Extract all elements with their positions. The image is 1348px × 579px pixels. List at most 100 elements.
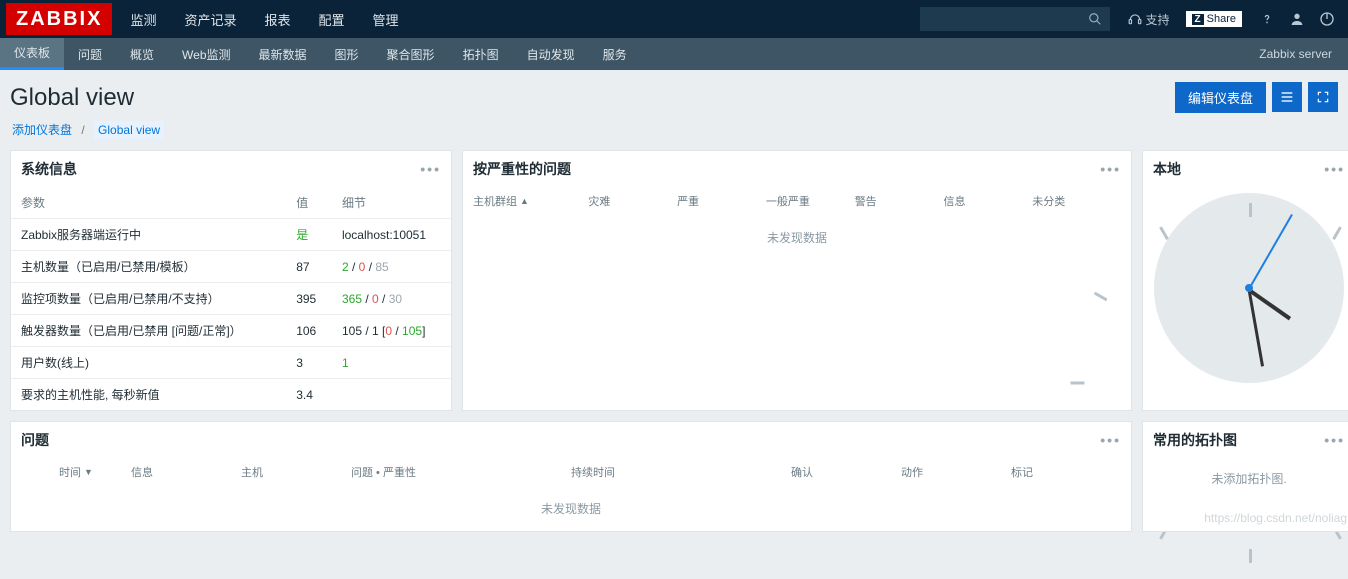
severity-col[interactable]: 信息 [943, 193, 1032, 209]
page-title: Global view [10, 84, 134, 112]
detail-cell: localhost:10051 [332, 219, 451, 251]
page-header: Global view 编辑仪表盘 [0, 70, 1348, 121]
detail-cell: 105 / 1 [0 / 105] [332, 315, 451, 347]
severity-nodata: 未发现数据 [463, 215, 1131, 260]
severity-col[interactable]: 一般严重 [766, 193, 855, 209]
value-cell: 是 [286, 219, 332, 251]
table-header[interactable]: 细节 [332, 187, 451, 219]
severity-col[interactable]: 未分类 [1032, 193, 1121, 209]
top-bar: ZABBIX 监测资产记录报表配置管理 支持 Z Share [0, 0, 1348, 38]
problems-col[interactable]: 标记 [1011, 464, 1121, 480]
param-cell: 要求的主机性能, 每秒新值 [11, 379, 286, 411]
support-link[interactable]: 支持 [1122, 11, 1176, 28]
crumb-add-dashboard[interactable]: 添加仪表盘 [12, 123, 72, 137]
table-row: 要求的主机性能, 每秒新值3.4 [11, 379, 451, 411]
param-cell: 用户数(线上) [11, 347, 286, 379]
subnav-item[interactable]: 最新数据 [245, 38, 321, 70]
fullscreen-icon[interactable] [1308, 82, 1338, 112]
share-label: Share [1207, 13, 1236, 25]
param-cell: 触发器数量（已启用/已禁用 [问题/正常]） [11, 315, 286, 347]
support-label: 支持 [1146, 11, 1170, 28]
edit-dashboard-button[interactable]: 编辑仪表盘 [1175, 82, 1266, 113]
widget-problems: 问题 ••• 时间 ▼信息主机问题 • 严重性 持续时间 确认动作标记 未发现数据 [10, 421, 1132, 532]
widget-menu-icon[interactable]: ••• [420, 161, 441, 177]
widget-clock: 本地 ••• [1142, 150, 1348, 411]
breadcrumb: 添加仪表盘 / Global view [0, 121, 1348, 150]
maps-empty-message: 未添加拓扑图. [1143, 458, 1348, 499]
clock-center [1245, 284, 1253, 292]
table-row: 主机数量（已启用/已禁用/模板）872 / 0 / 85 [11, 251, 451, 283]
problems-col[interactable] [461, 464, 571, 480]
detail-cell [332, 379, 451, 411]
clock-second-hand [1248, 214, 1293, 289]
topnav-item[interactable]: 报表 [250, 0, 304, 38]
problems-col[interactable]: 信息 [131, 464, 241, 480]
problems-col[interactable] [681, 464, 791, 480]
widget-title: 系统信息 [21, 159, 77, 179]
search-box[interactable] [920, 7, 1110, 31]
severity-col[interactable]: 警告 [855, 193, 944, 209]
topnav-item[interactable]: 配置 [305, 0, 359, 38]
problems-col[interactable]: 主机 [241, 464, 351, 480]
topnav-item[interactable]: 资产记录 [170, 0, 250, 38]
severity-col[interactable]: 灾难 [588, 193, 677, 209]
table-header[interactable]: 参数 [11, 187, 286, 219]
subnav-item[interactable]: 聚合图形 [373, 38, 449, 70]
problems-col[interactable]: 动作 [901, 464, 1011, 480]
value-cell: 106 [286, 315, 332, 347]
table-row: 监控项数量（已启用/已禁用/不支持）395365 / 0 / 30 [11, 283, 451, 315]
value-cell: 395 [286, 283, 332, 315]
detail-cell: 2 / 0 / 85 [332, 251, 451, 283]
subnav-item[interactable]: Web监测 [168, 38, 244, 70]
problems-col[interactable]: 时间 ▼ [21, 464, 131, 480]
subnav-item[interactable]: 问题 [64, 38, 116, 70]
top-right: 支持 Z Share [920, 0, 1348, 38]
table-row: 用户数(线上)31 [11, 347, 451, 379]
widget-menu-icon[interactable]: ••• [1324, 432, 1345, 448]
subnav-item[interactable]: 仪表板 [0, 38, 64, 70]
subnav-item[interactable]: 图形 [321, 38, 373, 70]
subnav-item[interactable]: 服务 [589, 38, 641, 70]
sub-nav: 仪表板问题概览Web监测最新数据图形聚合图形拓扑图自动发现服务 Zabbix s… [0, 38, 1348, 70]
search-input[interactable] [928, 12, 1088, 26]
problems-col[interactable]: 确认 [791, 464, 901, 480]
value-cell: 3 [286, 347, 332, 379]
problems-col[interactable]: 问题 • 严重性 [351, 464, 461, 480]
sysinfo-table: 参数值细节 Zabbix服务器端运行中是localhost:10051主机数量（… [11, 187, 451, 410]
table-header[interactable]: 值 [286, 187, 332, 219]
widget-title: 问题 [21, 430, 49, 450]
detail-cell: 365 / 0 / 30 [332, 283, 451, 315]
subnav-item[interactable]: 拓扑图 [449, 38, 513, 70]
topnav-item[interactable]: 监测 [116, 0, 170, 38]
widget-title: 常用的拓扑图 [1153, 430, 1237, 450]
dashboard-menu-icon[interactable] [1272, 82, 1302, 112]
severity-columns: 主机群组 ▲灾难严重一般严重警告信息未分类 [463, 187, 1131, 215]
share-button[interactable]: Z Share [1186, 11, 1242, 27]
severity-col[interactable]: 严重 [677, 193, 766, 209]
watermark-text: https://blog.csdn.net/noliag [1204, 511, 1347, 525]
widget-severity: 按严重性的问题 ••• 主机群组 ▲灾难严重一般严重警告信息未分类 未发现数据 [462, 150, 1132, 411]
logo[interactable]: ZABBIX [6, 3, 112, 35]
crumb-separator: / [81, 123, 84, 137]
help-icon[interactable] [1252, 0, 1282, 38]
crumb-current[interactable]: Global view [94, 121, 164, 139]
top-nav: 监测资产记录报表配置管理 [116, 0, 412, 38]
share-z-icon: Z [1192, 14, 1204, 25]
user-icon[interactable] [1282, 0, 1312, 38]
server-name[interactable]: Zabbix server [1243, 38, 1348, 70]
widget-title: 按严重性的问题 [473, 159, 571, 179]
logout-icon[interactable] [1312, 0, 1342, 38]
problems-columns: 时间 ▼信息主机问题 • 严重性 持续时间 确认动作标记 [11, 458, 1131, 486]
subnav-item[interactable]: 自动发现 [513, 38, 589, 70]
widget-system-info: 系统信息 ••• 参数值细节 Zabbix服务器端运行中是localhost:1… [10, 150, 452, 411]
problems-nodata: 未发现数据 [11, 486, 1131, 531]
topnav-item[interactable]: 管理 [359, 0, 413, 38]
widget-menu-icon[interactable]: ••• [1100, 432, 1121, 448]
problems-col[interactable]: 持续时间 [571, 464, 681, 480]
widget-title: 本地 [1153, 159, 1181, 179]
search-icon[interactable] [1088, 12, 1102, 26]
table-row: 触发器数量（已启用/已禁用 [问题/正常]）106105 / 1 [0 / 10… [11, 315, 451, 347]
widget-menu-icon[interactable]: ••• [1100, 161, 1121, 177]
severity-col[interactable]: 主机群组 ▲ [473, 193, 588, 209]
widget-menu-icon[interactable]: ••• [1324, 161, 1345, 177]
